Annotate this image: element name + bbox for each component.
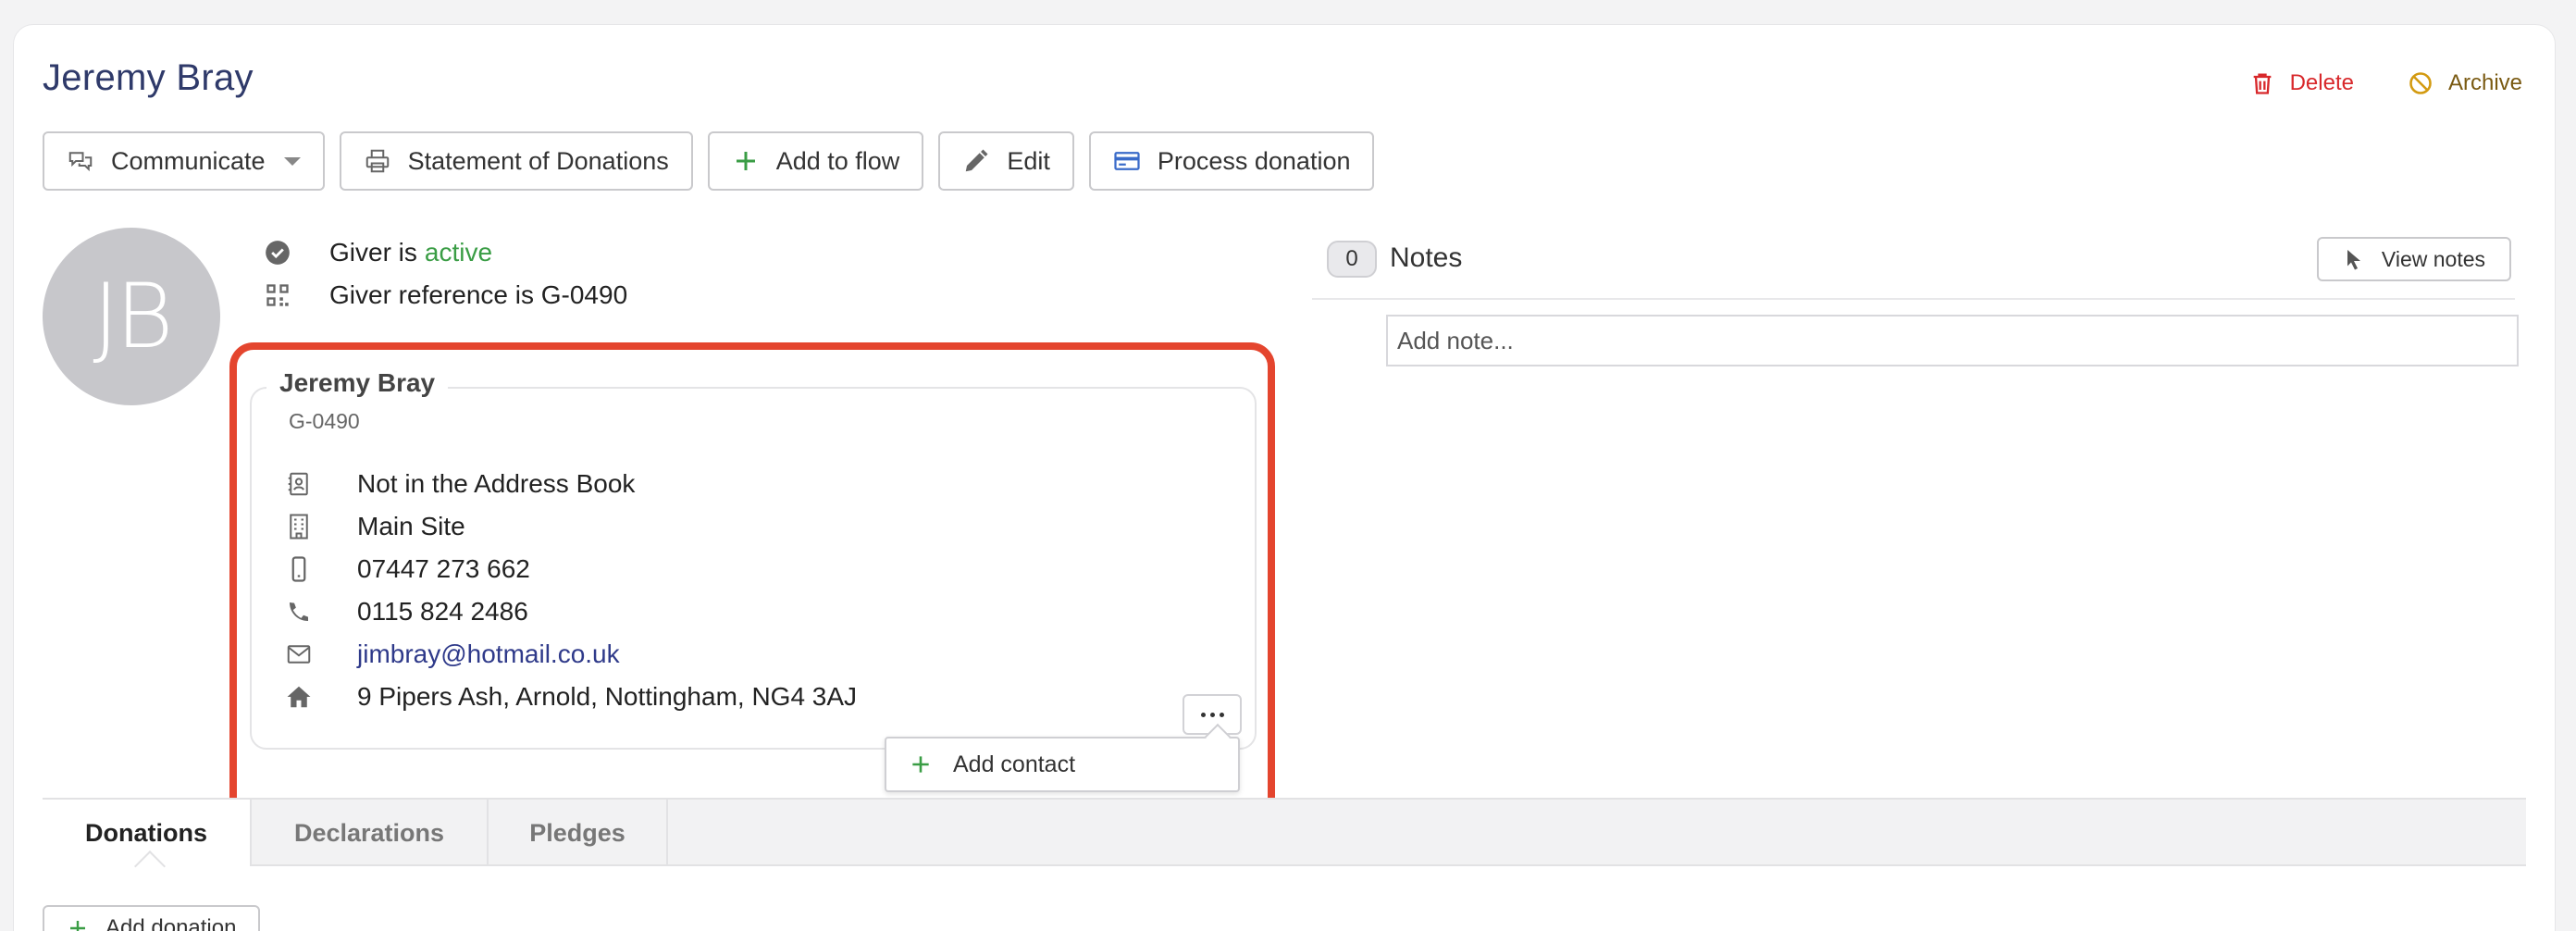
add-note-input[interactable] <box>1386 315 2519 366</box>
tabs-bar: Donations Declarations Pledges <box>43 798 2526 882</box>
add-donation-label: Add donation <box>105 915 237 931</box>
communicate-button[interactable]: Communicate <box>43 131 325 191</box>
chat-bubbles-icon <box>68 152 93 172</box>
add-to-flow-label: Add to flow <box>775 146 900 175</box>
credit-card-icon <box>1114 152 1140 170</box>
avatar: JB <box>43 228 220 405</box>
check-circle-icon <box>266 241 290 265</box>
pencil-icon <box>966 149 988 172</box>
header-actions: Delete Archive <box>2249 70 2522 96</box>
process-donation-label: Process donation <box>1157 146 1351 175</box>
tab-label: Pledges <box>529 818 625 847</box>
tab-declarations[interactable]: Declarations <box>252 800 489 866</box>
notes-header: 0 Notes View notes <box>1312 235 2515 300</box>
delete-label: Delete <box>2289 70 2354 95</box>
printer-icon <box>365 149 389 173</box>
delete-button[interactable]: Delete <box>2249 70 2354 96</box>
notes-count-badge: 0 <box>1327 241 1377 278</box>
action-toolbar: Communicate Statement of Donations Add t… <box>43 131 1375 191</box>
tab-pledges[interactable]: Pledges <box>489 800 668 866</box>
giver-reference: Giver reference is G-0490 <box>329 280 628 309</box>
statement-label: Statement of Donations <box>407 146 669 175</box>
giver-status-line: Giver is active <box>265 231 627 274</box>
add-to-flow-button[interactable]: Add to flow <box>707 131 924 191</box>
edit-button[interactable]: Edit <box>938 131 1074 191</box>
status-prefix: Giver is <box>329 238 417 267</box>
tab-label: Declarations <box>293 818 445 847</box>
plus-icon <box>70 921 85 931</box>
add-donation-button[interactable]: Add donation <box>43 905 261 931</box>
archive-label: Archive <box>2447 70 2522 95</box>
page-title: Jeremy Bray <box>43 57 254 98</box>
notes-title: Notes <box>1390 242 1463 273</box>
statement-button[interactable]: Statement of Donations <box>339 131 693 191</box>
qr-code-icon <box>266 284 289 306</box>
plus-icon <box>736 152 755 170</box>
giver-reference-line: Giver reference is G-0490 <box>265 274 627 317</box>
process-donation-button[interactable]: Process donation <box>1088 131 1375 191</box>
view-notes-label: View notes <box>2381 246 2485 271</box>
ban-icon <box>2409 72 2432 94</box>
communicate-label: Communicate <box>111 146 266 175</box>
highlight-box <box>229 342 1275 822</box>
trash-icon <box>2253 73 2271 94</box>
tab-label: Donations <box>85 818 207 847</box>
view-notes-button[interactable]: View notes <box>2316 237 2511 281</box>
edit-label: Edit <box>1007 146 1050 175</box>
giver-summary: Giver is active Giver reference is G-049… <box>265 231 627 317</box>
archive-button[interactable]: Archive <box>2408 70 2522 96</box>
caret-down-icon <box>283 156 301 166</box>
status-badge: active <box>424 238 493 267</box>
cursor-pointer-icon <box>2347 250 2360 270</box>
